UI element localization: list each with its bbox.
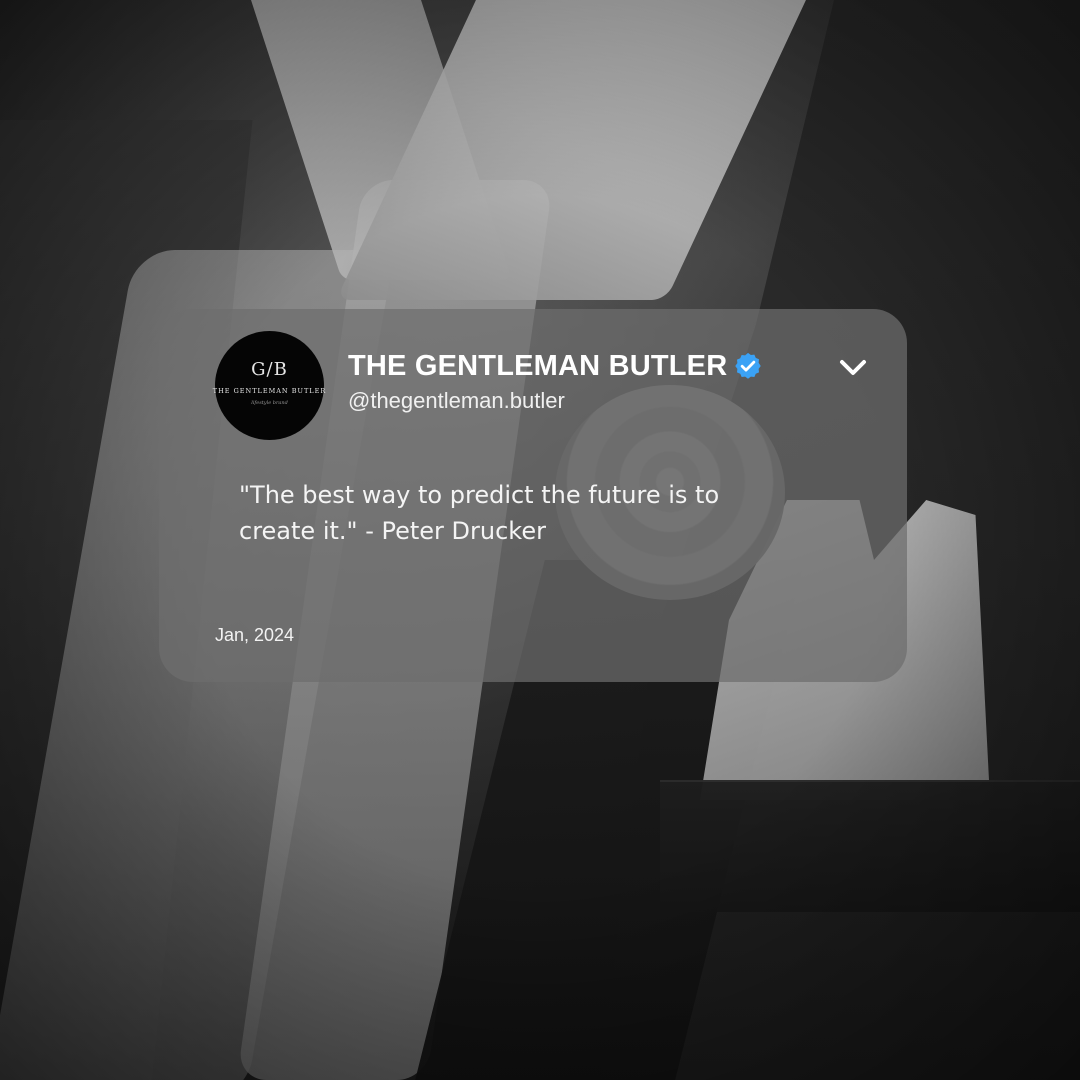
chevron-down-icon[interactable] — [838, 357, 868, 379]
post-date: Jan, 2024 — [215, 625, 295, 645]
avatar[interactable]: G/B THE GENTLEMAN BUTLER lifestyle brand — [212, 331, 327, 440]
post-card: G/B THE GENTLEMAN BUTLER lifestyle brand… — [159, 309, 907, 682]
post-canvas: G/B THE GENTLEMAN BUTLER lifestyle brand… — [0, 0, 1080, 1080]
user-handle[interactable]: @thegentleman.butler — [348, 387, 565, 415]
avatar-brand-name: THE GENTLEMAN BUTLER — [212, 387, 327, 395]
post-text: "The best way to predict the future is t… — [239, 481, 720, 545]
avatar-monogram: G/B — [251, 359, 288, 380]
display-name[interactable]: THE GENTLEMAN BUTLER — [348, 349, 727, 383]
verified-badge-icon — [735, 352, 762, 379]
author-name-row: THE GENTLEMAN BUTLER — [348, 349, 763, 383]
avatar-tagline: lifestyle brand — [251, 400, 288, 406]
